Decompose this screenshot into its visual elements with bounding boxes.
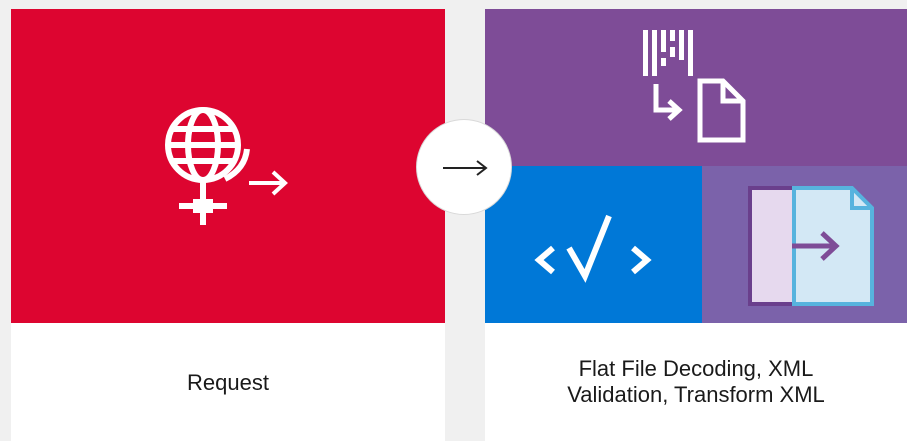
processing-step-card[interactable]: Flat File Decoding, XML Validation, Tran… bbox=[485, 9, 907, 441]
step-connector bbox=[416, 119, 512, 215]
request-tile bbox=[11, 9, 445, 323]
request-step-card[interactable]: Request bbox=[11, 9, 445, 441]
xml-validation-tile bbox=[485, 166, 702, 323]
transform-xml-icon bbox=[748, 186, 874, 306]
flat-file-decoding-tile bbox=[485, 9, 907, 166]
xml-validation-icon bbox=[534, 214, 652, 283]
arrow-right-icon bbox=[443, 160, 488, 176]
processing-label-line-2: Validation, Transform XML bbox=[567, 382, 825, 407]
transform-xml-tile bbox=[702, 166, 907, 323]
flat-file-decoding-icon bbox=[643, 30, 746, 143]
processing-label: Flat File Decoding, XML Validation, Tran… bbox=[485, 356, 907, 408]
processing-label-line-1: Flat File Decoding, XML bbox=[578, 356, 814, 381]
request-label: Request bbox=[187, 370, 269, 395]
globe-request-icon bbox=[165, 107, 288, 225]
